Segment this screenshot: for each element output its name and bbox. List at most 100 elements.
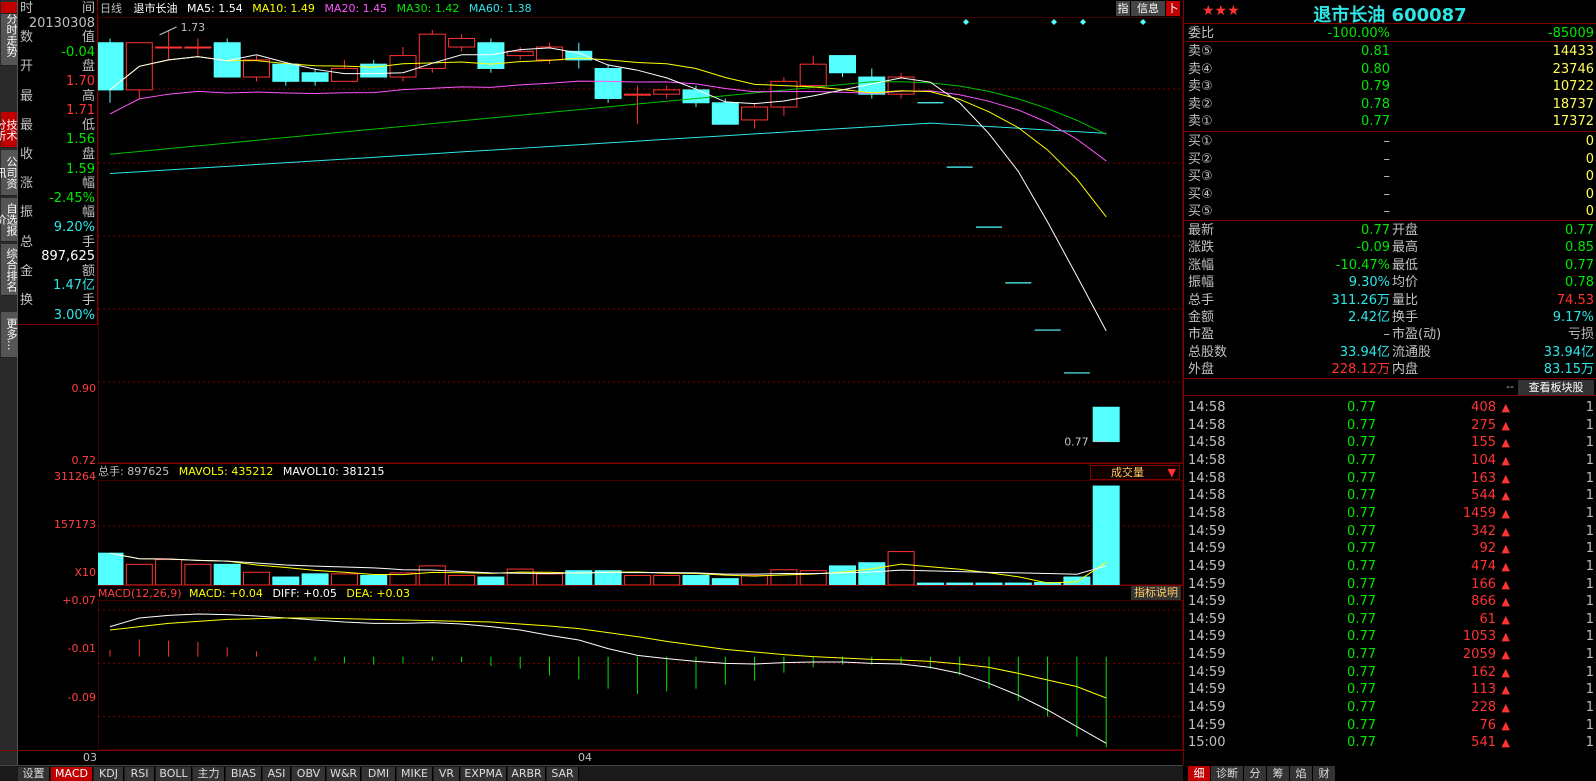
- quote-tab-2[interactable]: 分: [1244, 766, 1266, 781]
- volume-chart: [98, 480, 1183, 585]
- toolbar-tab-boll[interactable]: BOLL: [156, 767, 192, 781]
- trade-time: 14:59: [1188, 717, 1226, 733]
- quote-tab-5[interactable]: 财: [1313, 766, 1335, 781]
- macd-title: MACD(12,26,9): [98, 587, 182, 600]
- volume-bar: [858, 562, 886, 585]
- info-row: 1.70: [20, 74, 95, 90]
- volume-bar: [125, 563, 153, 585]
- ma30-label: MA30: 1.42: [396, 2, 460, 15]
- trade-row: 14:59 0.77 76 1 ▲: [1186, 717, 1596, 734]
- quote-tab-0[interactable]: 细: [1188, 766, 1210, 781]
- toolbar-tab-kdj[interactable]: KDJ: [94, 767, 124, 781]
- trade-volume: 275: [1471, 417, 1496, 433]
- trade-price: 0.77: [1347, 664, 1376, 680]
- volume-bar: [682, 574, 710, 585]
- toolbar-tab-bias[interactable]: BIAS: [226, 767, 262, 781]
- vtab-5[interactable]: 更多...: [1, 312, 18, 358]
- trade-row: 14:59 0.77 162 1 ▲: [1186, 664, 1596, 681]
- stat-row: 最新 0.77 开盘 0.77: [1186, 222, 1596, 239]
- ask-price: 0.81: [1361, 44, 1390, 59]
- trade-time: 14:59: [1188, 700, 1226, 716]
- toolbar-tab-wr[interactable]: W&R: [327, 767, 361, 781]
- trade-time: 14:59: [1188, 594, 1226, 610]
- ask-price: 0.77: [1361, 114, 1390, 130]
- ma20-label: MA20: 1.45: [324, 2, 388, 15]
- quote-tab-1[interactable]: 诊断: [1211, 766, 1243, 781]
- quote-tab-3[interactable]: 筹: [1267, 766, 1289, 781]
- ask-label: 卖②: [1188, 96, 1213, 112]
- view-board-button[interactable]: 查看板块股: [1518, 380, 1594, 395]
- trade-volume: 342: [1471, 523, 1496, 539]
- macd-frame: [98, 600, 1183, 750]
- order-ratio-diff: -85009: [1547, 26, 1594, 41]
- expand-button[interactable]: 卜: [1166, 1, 1180, 16]
- toolbar-tab-asi[interactable]: ASI: [263, 767, 291, 781]
- volume-unit-label: X10: [74, 566, 96, 579]
- toolbar-tab-[interactable]: 设置: [18, 767, 50, 781]
- trade-price: 0.77: [1347, 594, 1376, 610]
- info-value: 1.70: [66, 74, 95, 89]
- info-button[interactable]: 信息: [1131, 1, 1165, 16]
- trade-price: 0.77: [1347, 452, 1376, 468]
- price-tick-090: 0.90: [71, 382, 97, 395]
- bid-price: –: [1383, 151, 1391, 167]
- trade-price: 0.77: [1347, 505, 1376, 521]
- stat-value-right: 0.78: [1565, 275, 1594, 291]
- index-button[interactable]: 指: [1116, 1, 1130, 16]
- volume-bar: [272, 576, 300, 585]
- toolbar-tab-mike[interactable]: MIKE: [397, 767, 433, 781]
- toolbar-tab-[interactable]: 主力: [193, 767, 225, 781]
- info-label: 涨: [20, 176, 34, 192]
- trade-count: 1: [1585, 488, 1594, 504]
- trade-time: 14:58: [1188, 452, 1226, 468]
- trade-volume: 92: [1479, 541, 1496, 557]
- stat-row: 总股数 33.94亿 流通股 33.94亿: [1186, 344, 1596, 361]
- stat-label-right: 量比: [1392, 292, 1419, 308]
- ask-row: 卖④ 0.80 23746: [1186, 61, 1596, 78]
- macd-tick-top: +0.07: [62, 594, 96, 607]
- toolbar-tab-arbr[interactable]: ARBR: [508, 767, 546, 781]
- candlestick-chart: 1.73 0.77: [98, 17, 1183, 463]
- candle: [448, 34, 476, 52]
- volume-bar: [301, 573, 329, 585]
- stat-row: 金额 2.42亿 换手 9.17%: [1186, 309, 1596, 326]
- toolbar-tab-expma[interactable]: EXPMA: [461, 767, 507, 781]
- ask-price: 0.78: [1361, 96, 1390, 112]
- vtab-4[interactable]: 综合排名: [1, 244, 18, 296]
- bar-info-panel: 时间 20130308 数值 -0.04 开盘 1.70 最高 1.71 最低 1.56 收盘 1.5…: [18, 0, 98, 325]
- dea-value: DEA: +0.03: [346, 587, 411, 600]
- stat-value-left: 0.77: [1361, 223, 1390, 238]
- toolbar-tab-sar[interactable]: SAR: [547, 767, 579, 781]
- indicator-dropdown[interactable]: 成交量 ▼: [1090, 465, 1180, 480]
- vtab-2[interactable]: 公司资讯: [0, 150, 18, 196]
- stat-value-left: -10.47%: [1335, 257, 1390, 273]
- quote-tab-4[interactable]: 焰: [1290, 766, 1312, 781]
- toolbar-tab-obv[interactable]: OBV: [292, 767, 326, 781]
- bid-row: 买③ – 0: [1186, 168, 1596, 185]
- vtab-3[interactable]: 自选报价: [0, 198, 18, 242]
- ask-price: 0.79: [1361, 79, 1390, 95]
- trade-row: 14:59 0.77 474 1 ▲: [1186, 558, 1596, 575]
- info-row: 897,625: [20, 249, 95, 265]
- info-label: 换: [20, 293, 34, 308]
- macd-tick-mid: -0.01: [67, 642, 96, 655]
- volume-bar: [799, 570, 827, 585]
- stat-value-left: 9.30%: [1348, 275, 1390, 291]
- toolbar-tab-dmi[interactable]: DMI: [362, 767, 396, 781]
- info-value: 手: [81, 234, 95, 250]
- indicator-toolbar: 设置 MACD KDJ RSI BOLL 主力 BIAS ASI OBV W&R DMI MIKE VR…: [0, 765, 1183, 781]
- trade-volume: 61: [1479, 611, 1496, 627]
- toolbar-tab-macd[interactable]: MACD: [51, 767, 93, 781]
- order-ratio-row: 委比 -100.00% -85009: [1186, 25, 1596, 42]
- vtab-1[interactable]: 技术分析: [0, 112, 18, 148]
- volume-bar: [448, 574, 476, 585]
- toolbar-tab-rsi[interactable]: RSI: [125, 767, 155, 781]
- indicator-help-button[interactable]: 指标说明: [1131, 586, 1181, 600]
- candle: [360, 59, 388, 78]
- stat-value-right: 亏损: [1567, 327, 1594, 343]
- toolbar-tab-vr[interactable]: VR: [434, 767, 460, 781]
- trade-time: 14:58: [1188, 400, 1226, 415]
- trade-count: 1: [1585, 682, 1594, 698]
- vtab-home[interactable]: [1, 2, 17, 14]
- stat-label-left: 金额: [1188, 310, 1215, 325]
